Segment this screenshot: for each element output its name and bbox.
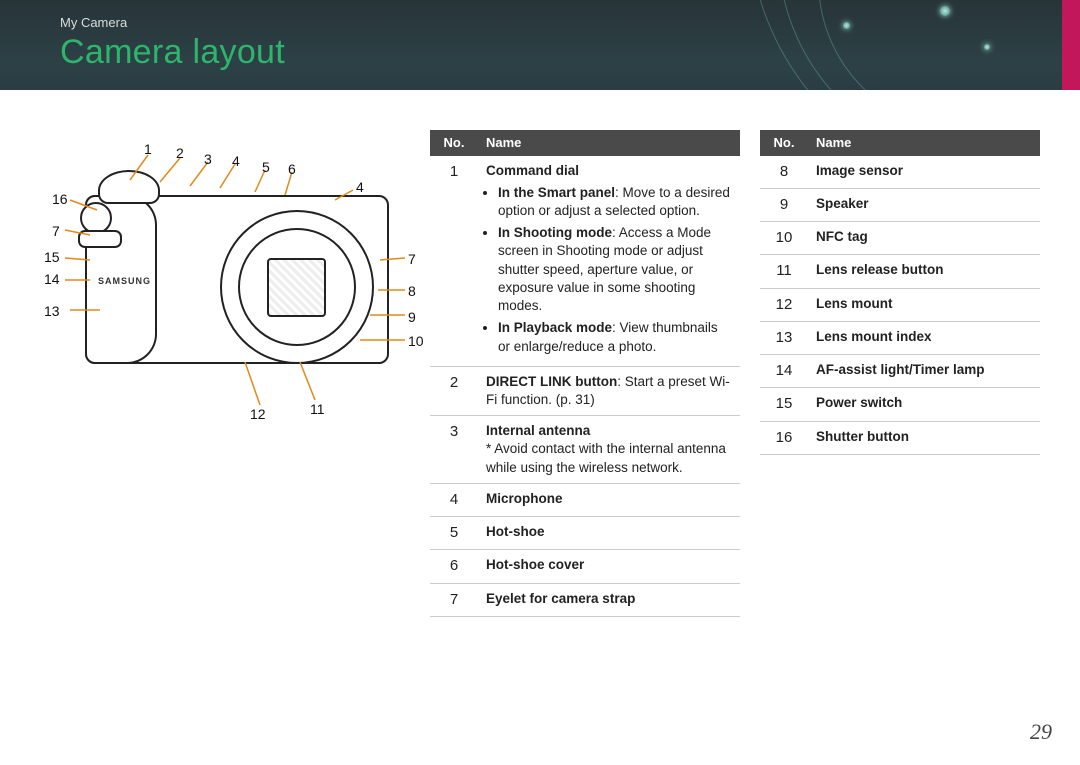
row-description: Internal antenna* Avoid contact with the… [478, 416, 740, 484]
row-number: 4 [430, 483, 478, 516]
row-number: 8 [760, 156, 808, 189]
table-row: 5Hot-shoe [430, 517, 740, 550]
callout-label: 7 [408, 250, 416, 269]
callout-label: 7 [52, 222, 60, 241]
row-description: Microphone [478, 483, 740, 516]
row-number: 3 [430, 416, 478, 484]
row-description: DIRECT LINK button: Start a preset Wi-Fi… [478, 366, 740, 415]
accent-strip [1062, 0, 1080, 90]
band-ring [748, 0, 1080, 90]
row-number: 12 [760, 288, 808, 321]
row-number: 1 [430, 156, 478, 367]
col-name: Name [808, 130, 1040, 156]
callout-label: 16 [52, 190, 68, 209]
callout-label: 8 [408, 282, 416, 301]
callout-label: 1 [144, 140, 152, 159]
row-description: Eyelet for camera strap [478, 583, 740, 616]
table-row: 11Lens release button [760, 255, 1040, 288]
row-number: 11 [760, 255, 808, 288]
table-row: 1Command dialIn the Smart panel: Move to… [430, 156, 740, 367]
table-row: 15Power switch [760, 388, 1040, 421]
callout-label: 15 [44, 248, 60, 267]
row-description: Speaker [808, 188, 1040, 221]
row-description: Image sensor [808, 156, 1040, 189]
band-dot [843, 22, 850, 29]
callout-label: 14 [44, 270, 60, 289]
callout-label: 4 [356, 178, 364, 197]
row-description: Hot-shoe [478, 517, 740, 550]
power-switch-outline [78, 230, 122, 248]
row-description: Hot-shoe cover [478, 550, 740, 583]
table-row: 13Lens mount index [760, 321, 1040, 354]
table-row: 16Shutter button [760, 421, 1040, 454]
row-description: Command dialIn the Smart panel: Move to … [478, 156, 740, 367]
callout-label: 4 [232, 152, 240, 171]
camera-diagram: SAMSUNG 1 [60, 130, 410, 420]
callout-label: 13 [44, 302, 60, 321]
parts-table-2: No. Name 8Image sensor9Speaker10NFC tag1… [760, 130, 1040, 455]
camera-logo: SAMSUNG [98, 275, 151, 287]
table-row: 3Internal antenna* Avoid contact with th… [430, 416, 740, 484]
table-row: 9Speaker [760, 188, 1040, 221]
row-description: Lens mount index [808, 321, 1040, 354]
row-number: 7 [430, 583, 478, 616]
callout-label: 12 [250, 405, 266, 424]
row-description: Shutter button [808, 421, 1040, 454]
image-sensor-outline [267, 258, 326, 317]
table-row: 2DIRECT LINK button: Start a preset Wi-F… [430, 366, 740, 415]
row-description: Lens release button [808, 255, 1040, 288]
table-row: 7Eyelet for camera strap [430, 583, 740, 616]
callout-label: 11 [310, 400, 325, 419]
row-number: 6 [430, 550, 478, 583]
callout-label: 6 [288, 160, 296, 179]
page: My Camera Camera layout SAMSUNG [0, 0, 1080, 765]
table-row: 14AF-assist light/Timer lamp [760, 355, 1040, 388]
page-number: 29 [1030, 717, 1052, 747]
table-row: 12Lens mount [760, 288, 1040, 321]
command-dial-outline [98, 170, 160, 204]
row-number: 10 [760, 222, 808, 255]
table-row: 6Hot-shoe cover [430, 550, 740, 583]
table-row: 4Microphone [430, 483, 740, 516]
parts-table-1: No. Name 1Command dialIn the Smart panel… [430, 130, 740, 617]
row-description: NFC tag [808, 222, 1040, 255]
col-name: Name [478, 130, 740, 156]
callout-label: 9 [408, 308, 416, 327]
row-description: Lens mount [808, 288, 1040, 321]
row-number: 16 [760, 421, 808, 454]
row-number: 5 [430, 517, 478, 550]
band-dot [984, 44, 990, 50]
breadcrumb: My Camera [60, 14, 127, 32]
content: SAMSUNG 1 [0, 90, 1080, 765]
col-no: No. [760, 130, 808, 156]
row-number: 2 [430, 366, 478, 415]
callout-label: 5 [262, 158, 270, 177]
callout-label: 2 [176, 144, 184, 163]
row-number: 13 [760, 321, 808, 354]
callout-label: 10 [408, 332, 424, 351]
band-dot [940, 6, 950, 16]
row-number: 15 [760, 388, 808, 421]
table-row: 8Image sensor [760, 156, 1040, 189]
table-row: 10NFC tag [760, 222, 1040, 255]
callout-label: 3 [204, 150, 212, 169]
page-title: Camera layout [60, 30, 285, 76]
row-number: 9 [760, 188, 808, 221]
col-no: No. [430, 130, 478, 156]
row-description: AF-assist light/Timer lamp [808, 355, 1040, 388]
row-description: Power switch [808, 388, 1040, 421]
row-number: 14 [760, 355, 808, 388]
